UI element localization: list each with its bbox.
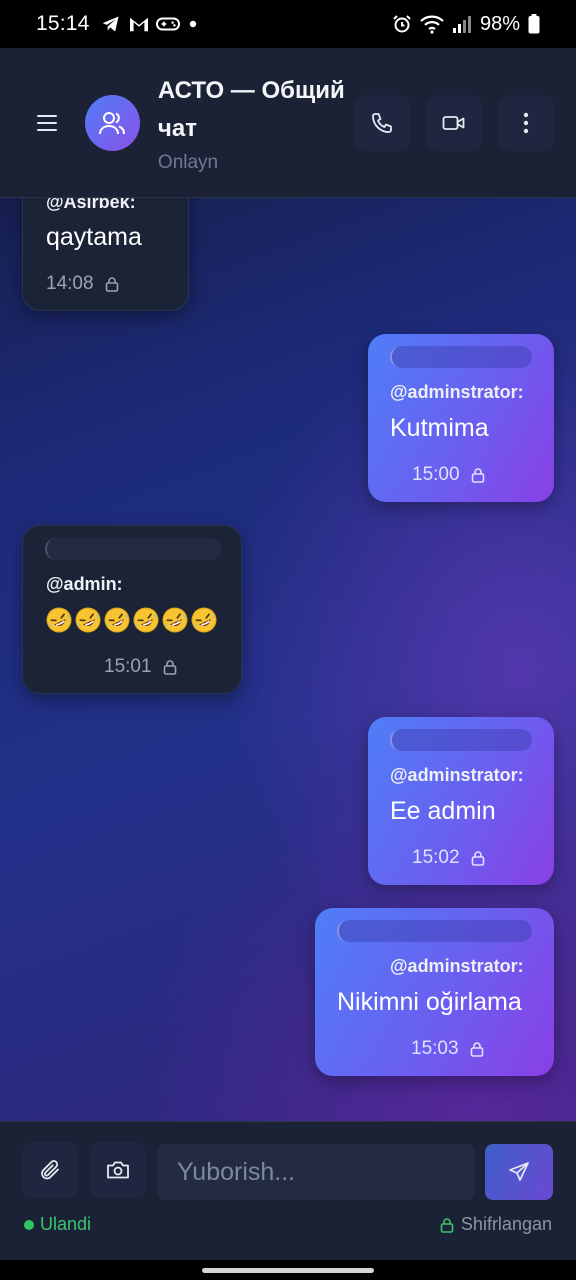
telegram-icon [102,16,119,32]
message-text: qaytama [46,223,142,251]
status-time: 15:14 [36,12,90,35]
video-call-button[interactable] [426,94,482,151]
lock-icon [470,1042,483,1057]
home-indicator[interactable] [202,1268,374,1273]
encryption-status: Shifrlangan [439,1214,552,1235]
rofl-emoji-icon [75,607,101,633]
message-time: 15:03 [411,1038,459,1059]
message-text: Kutmima [390,414,489,442]
menu-icon [36,114,57,131]
send-button[interactable] [485,1144,553,1200]
more-vertical-icon [523,112,529,133]
avatar[interactable] [85,94,140,151]
online-dot-icon [24,1219,34,1230]
rofl-emoji-icon [133,607,159,633]
message-text: Ee admin [390,797,496,825]
message-sender: @adminstrator: [390,956,524,976]
message-time: 15:02 [412,847,460,868]
lock-icon [163,660,176,675]
menu-button[interactable] [22,98,71,148]
online-status: Onlayn [157,151,219,173]
lock-icon [440,1217,454,1233]
paperclip-icon [41,1160,59,1180]
message-bubble-incoming[interactable]: @admin: 15:01 [22,525,242,694]
video-icon [442,115,465,130]
send-icon [509,1162,529,1181]
users-icon [99,111,126,134]
rofl-emoji-icon [104,607,130,633]
rofl-emoji-icon [191,607,217,633]
camera-icon [107,1161,129,1179]
message-time: 14:08 [46,273,94,294]
phone-icon [372,112,392,133]
signal-icon [452,16,471,33]
attach-button[interactable] [22,1142,78,1198]
message-text [46,607,217,633]
reply-preview[interactable] [390,346,532,368]
message-bubble-outgoing[interactable]: @adminstrator: Kutmima 15:00 [368,334,554,502]
alarm-icon [393,15,411,33]
reply-preview[interactable] [390,729,532,751]
status-bar: 15:14 98% [0,0,576,48]
call-button[interactable] [354,94,410,151]
lock-icon [471,468,484,483]
gmail-icon [129,17,148,32]
connection-status: Ulandi [24,1214,91,1235]
encryption-status-label: Shifrlangan [460,1214,552,1234]
message-bubble-outgoing[interactable]: @adminstrator: Nikimni oğirlama 15:03 [315,908,554,1076]
message-sender: @adminstrator: [390,765,524,785]
wifi-icon [420,15,444,34]
rofl-emoji-icon [46,607,72,633]
rofl-emoji-icon [162,607,188,633]
reply-preview[interactable] [337,920,532,942]
chat-header: АСТО — Общий чат Onlayn [0,48,576,198]
message-input[interactable] [157,1144,475,1200]
message-sender: @admin: [46,574,123,594]
battery-icon [528,14,540,34]
reply-preview[interactable] [45,538,221,560]
message-composer: Ulandi Shifrlangan [0,1121,576,1260]
camera-button[interactable] [90,1142,146,1198]
message-text: Nikimni oğirlama [337,988,522,1016]
message-time: 15:00 [412,464,460,485]
message-time: 15:01 [104,656,152,677]
connection-status-label: Ulandi [40,1214,92,1234]
battery-percent: 98% [479,12,520,35]
message-sender: @adminstrator: [390,382,524,402]
message-bubble-outgoing[interactable]: @adminstrator: Ee admin 15:02 [368,717,554,885]
lock-icon [105,277,118,292]
more-options-button[interactable] [498,94,554,151]
system-nav-bar [0,1260,576,1280]
lock-icon [471,851,484,866]
gamepad-icon [155,17,180,31]
chat-title: АСТО — Общий чат [157,76,345,142]
dot-icon [189,20,196,28]
